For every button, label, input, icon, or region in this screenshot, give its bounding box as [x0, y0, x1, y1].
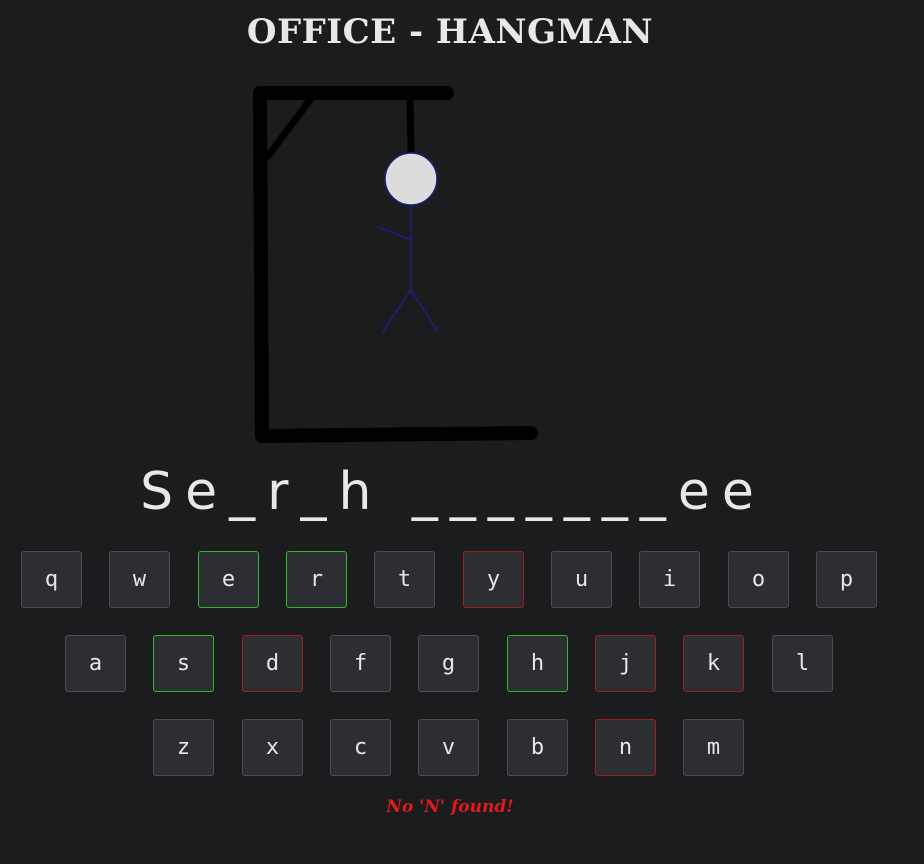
key-h[interactable]: h	[507, 635, 568, 692]
word-display: Se_r_h _______ee	[140, 462, 766, 522]
key-m[interactable]: m	[683, 719, 744, 776]
hangman-right-leg	[410, 289, 439, 333]
key-a[interactable]: a	[65, 635, 126, 692]
key-f[interactable]: f	[330, 635, 391, 692]
key-v[interactable]: v	[418, 719, 479, 776]
key-y[interactable]: y	[463, 551, 524, 608]
key-x[interactable]: x	[242, 719, 303, 776]
status-message: No 'N' found!	[386, 797, 514, 817]
key-i[interactable]: i	[639, 551, 700, 608]
gallows	[253, 86, 538, 443]
gallows-rope	[406, 94, 415, 156]
key-k[interactable]: k	[683, 635, 744, 692]
hangman-left-leg	[381, 289, 412, 334]
key-l[interactable]: l	[772, 635, 833, 692]
hangman-drawing	[253, 86, 538, 443]
key-w[interactable]: w	[109, 551, 170, 608]
gallows-base	[255, 426, 538, 443]
keyboard-row-2: a s d f g h j k l	[0, 635, 924, 695]
key-o[interactable]: o	[728, 551, 789, 608]
keyboard-row-3: z x c v b n m	[0, 719, 924, 779]
key-t[interactable]: t	[374, 551, 435, 608]
key-e[interactable]: e	[198, 551, 259, 608]
hangman-head	[384, 152, 438, 206]
key-z[interactable]: z	[153, 719, 214, 776]
hangman-left-arm	[377, 226, 412, 241]
key-b[interactable]: b	[507, 719, 568, 776]
key-g[interactable]: g	[418, 635, 479, 692]
key-p[interactable]: p	[816, 551, 877, 608]
key-s[interactable]: s	[153, 635, 214, 692]
key-j[interactable]: j	[595, 635, 656, 692]
hangman-figure	[377, 152, 439, 334]
key-q[interactable]: q	[21, 551, 82, 608]
gallows-brace	[264, 96, 314, 160]
key-c[interactable]: c	[330, 719, 391, 776]
key-u[interactable]: u	[551, 551, 612, 608]
key-r[interactable]: r	[286, 551, 347, 608]
keyboard-row-1: q w e r t y u i o p	[0, 551, 924, 611]
gallows-post	[253, 86, 269, 443]
key-n[interactable]: n	[595, 719, 656, 776]
key-d[interactable]: d	[242, 635, 303, 692]
